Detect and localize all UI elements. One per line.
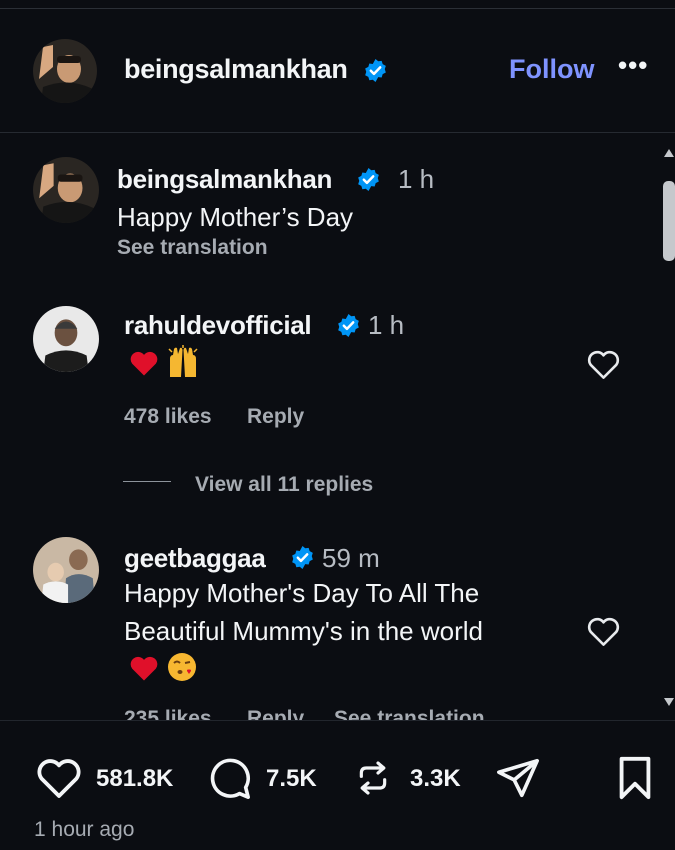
commenter-username[interactable]: geetbaggaa: [124, 543, 266, 574]
comment-text-line: Happy Mother's Day To All The: [124, 578, 480, 608]
caption-text: Happy Mother’s Day: [117, 202, 354, 232]
comment-time: 59 m: [322, 543, 380, 573]
like-count[interactable]: 581.8K: [96, 765, 173, 793]
verified-icon: [356, 167, 381, 197]
repost-count[interactable]: 3.3K: [410, 765, 461, 793]
comment-text-line: Beautiful Mummy's in the world: [124, 616, 483, 646]
repost-icon[interactable]: [353, 755, 393, 806]
author-avatar[interactable]: [33, 39, 97, 103]
verified-icon: [363, 58, 388, 88]
caption-author[interactable]: beingsalmankhan: [117, 164, 332, 195]
commenter-avatar[interactable]: [33, 537, 99, 603]
post-actions: 581.8K 7.5K 3.3K: [0, 735, 675, 815]
view-replies-button[interactable]: View all 11 replies: [195, 473, 373, 497]
top-border: [0, 8, 675, 9]
post-timestamp: 1 hour ago: [34, 818, 135, 841]
see-translation-link[interactable]: See translation: [334, 707, 485, 720]
comments-list: beingsalmankhan 1 h Happy Mother’s Day S…: [0, 133, 675, 720]
scrollbar-thumb[interactable]: [663, 181, 675, 261]
author-username[interactable]: beingsalmankhan: [124, 54, 348, 85]
red-heart-emoji: [129, 349, 159, 382]
reply-button[interactable]: Reply: [247, 707, 304, 720]
see-translation-link[interactable]: See translation: [117, 236, 268, 260]
face-blowing-kiss-emoji: [166, 651, 198, 688]
commenter-username[interactable]: rahuldevofficial: [124, 310, 312, 341]
commenter-avatar[interactable]: [33, 306, 99, 372]
caption-avatar[interactable]: [33, 157, 99, 223]
follow-button[interactable]: Follow: [509, 54, 594, 85]
more-options-icon[interactable]: •••: [618, 50, 648, 81]
raising-hands-emoji: [167, 345, 199, 384]
post-header: beingsalmankhan Follow •••: [0, 10, 675, 132]
actions-divider: [0, 720, 675, 721]
replies-divider: [123, 481, 171, 482]
caption-time: 1 h: [398, 164, 435, 194]
verified-icon: [336, 313, 361, 343]
comment-count[interactable]: 7.5K: [266, 765, 317, 793]
heart-icon[interactable]: [35, 755, 83, 806]
comment-likes[interactable]: 478 likes: [124, 405, 212, 429]
verified-icon: [290, 545, 315, 575]
reply-button[interactable]: Reply: [247, 405, 304, 429]
like-comment-icon[interactable]: [586, 348, 621, 386]
comment-time: 1 h: [368, 310, 405, 340]
red-heart-emoji: [129, 654, 159, 687]
comment-likes[interactable]: 235 likes: [124, 707, 212, 720]
like-comment-icon[interactable]: [586, 615, 621, 653]
comment-icon[interactable]: [205, 755, 253, 806]
share-icon[interactable]: [494, 755, 542, 806]
bookmark-icon[interactable]: [614, 755, 656, 806]
